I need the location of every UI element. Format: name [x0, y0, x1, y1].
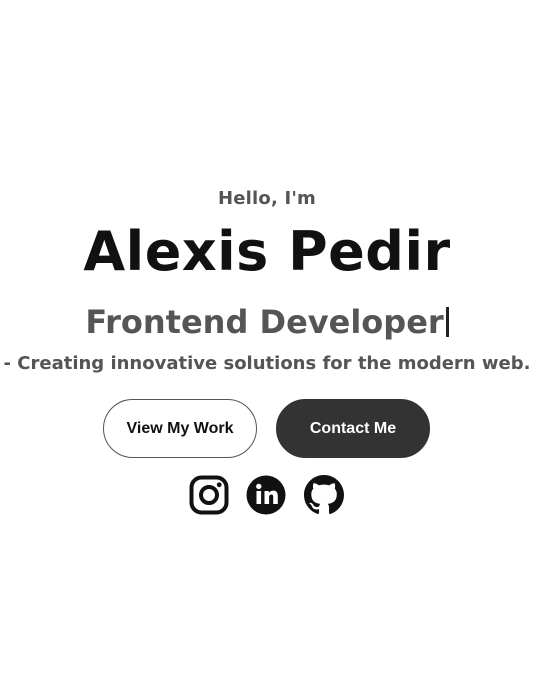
- github-icon[interactable]: [304, 475, 344, 515]
- greeting-text: Hello, I'm: [217, 188, 317, 209]
- social-links: [189, 475, 345, 515]
- view-my-work-button[interactable]: View My Work: [103, 399, 257, 458]
- typing-cursor: [445, 307, 449, 337]
- role-line: Frontend Developer: [0, 303, 534, 341]
- tagline: - Creating innovative solutions for the …: [3, 353, 531, 374]
- instagram-icon[interactable]: [189, 475, 229, 515]
- hero-section: Hello, I'm Alexis Pedir Frontend Develop…: [0, 0, 550, 688]
- linkedin-icon[interactable]: [246, 475, 286, 515]
- role-text: Frontend Developer: [85, 303, 444, 341]
- hero-name: Alexis Pedir: [83, 220, 451, 283]
- contact-me-button[interactable]: Contact Me: [276, 399, 430, 458]
